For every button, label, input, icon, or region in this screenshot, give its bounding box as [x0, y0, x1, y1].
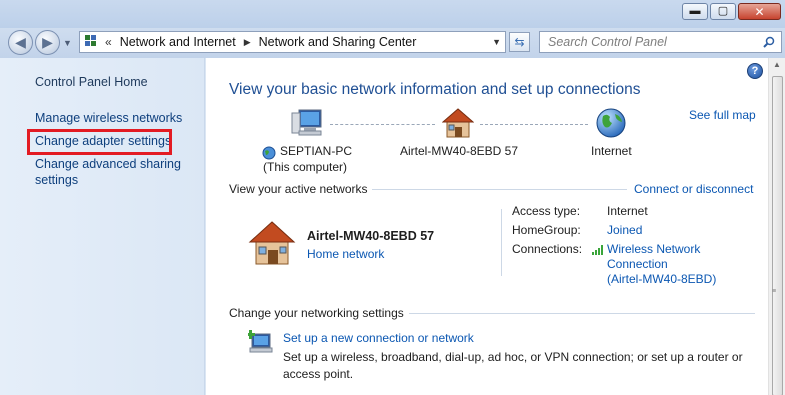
breadcrumb-network-and-internet[interactable]: Network and Internet — [120, 35, 236, 49]
network-globe-small-icon — [262, 146, 276, 160]
navigation-bar: ◀ ▶ ▼ « Network and Internet ▶ Network a… — [0, 28, 785, 58]
vertical-scrollbar[interactable]: ▲ ≡ — [768, 58, 785, 395]
task-pane — [0, 58, 205, 395]
network-type-link[interactable]: Home network — [307, 247, 384, 261]
control-panel-home-link[interactable]: Control Panel Home — [35, 74, 148, 90]
recent-pages-dropdown[interactable]: ▼ — [63, 38, 72, 48]
address-dropdown-icon[interactable]: ▼ — [492, 37, 501, 47]
scrollbar-thumb[interactable] — [772, 76, 783, 395]
refresh-button[interactable]: ⇆ — [509, 32, 530, 52]
breadcrumb-network-sharing-center[interactable]: Network and Sharing Center — [259, 35, 417, 49]
active-network-name: Airtel-MW40-8EBD 57 — [307, 229, 435, 243]
computer-name-label[interactable]: SEPTIAN-PC — [280, 144, 352, 158]
internet-globe-icon[interactable] — [595, 107, 627, 139]
internet-label[interactable]: Internet — [591, 144, 632, 158]
section-divider-2 — [409, 313, 755, 314]
computer-icon[interactable] — [290, 109, 324, 137]
breadcrumb-separator-icon[interactable]: ▶ — [244, 37, 251, 48]
homegroup-joined-link[interactable]: Joined — [607, 223, 642, 237]
connections-label: Connections: — [512, 242, 583, 256]
search-placeholder: Search Control Panel — [548, 35, 667, 49]
forward-button[interactable]: ▶ — [35, 30, 60, 55]
search-input[interactable]: Search Control Panel — [539, 31, 782, 53]
maximize-button[interactable]: ▢ — [710, 3, 736, 20]
change-advanced-sharing-link[interactable]: Change advanced sharing — [35, 156, 181, 172]
scroll-up-icon[interactable]: ▲ — [773, 60, 781, 69]
details-divider — [501, 209, 502, 276]
setup-description-line2: access point. — [283, 367, 354, 381]
address-bar[interactable]: « Network and Internet ▶ Network and Sha… — [79, 31, 506, 53]
window-titlebar: ▬ ▢ ✕ — [0, 0, 785, 28]
minimize-icon: ▬ — [689, 5, 701, 17]
see-full-map-link[interactable]: See full map — [689, 108, 756, 122]
active-networks-header: View your active networks — [229, 182, 368, 196]
refresh-icon: ⇆ — [514, 35, 525, 49]
change-advanced-sharing-link-line2[interactable]: settings — [35, 172, 78, 188]
maximize-icon: ▢ — [717, 5, 729, 17]
map-connection-line-2 — [480, 124, 588, 125]
access-type-label: Access type: — [512, 204, 581, 218]
window-controls: ▬ ▢ ✕ — [680, 3, 781, 20]
homegroup-label: HomeGroup: — [512, 223, 581, 237]
back-arrow-icon: ◀ — [15, 34, 26, 50]
address-overflow-chevron[interactable]: « — [105, 35, 112, 49]
map-connection-line-1 — [330, 124, 435, 125]
setup-description-line1: Set up a wireless, broadband, dial-up, a… — [283, 350, 743, 364]
manage-wireless-networks-link[interactable]: Manage wireless networks — [35, 110, 182, 126]
wireless-connection-link-line2[interactable]: Connection — [607, 257, 668, 271]
home-network-large-icon[interactable] — [248, 220, 296, 266]
wireless-connection-link-line1[interactable]: Wireless Network — [607, 242, 700, 256]
minimize-button[interactable]: ▬ — [682, 3, 708, 20]
scrollbar-grip-icon: ≡ — [772, 288, 777, 295]
control-panel-icon — [85, 35, 101, 49]
close-icon: ✕ — [754, 4, 765, 19]
forward-arrow-icon: ▶ — [42, 34, 53, 50]
setup-new-connection-link[interactable]: Set up a new connection or network — [283, 331, 474, 345]
annotation-highlight-box — [27, 129, 172, 155]
access-type-value: Internet — [607, 204, 648, 218]
change-settings-header: Change your networking settings — [229, 306, 404, 320]
connect-or-disconnect-link[interactable]: Connect or disconnect — [634, 182, 753, 196]
wireless-signal-icon — [592, 245, 603, 255]
setup-connection-icon[interactable] — [248, 328, 274, 354]
this-computer-label: (This computer) — [263, 160, 348, 174]
search-icon[interactable] — [763, 36, 775, 48]
close-button[interactable]: ✕ — [738, 3, 781, 20]
wireless-connection-link-line3[interactable]: (Airtel-MW40-8EBD) — [607, 272, 716, 286]
page-title: View your basic network information and … — [229, 81, 641, 98]
map-network-label[interactable]: Airtel-MW40-8EBD 57 — [400, 144, 518, 158]
help-button[interactable]: ? — [747, 63, 763, 79]
home-network-icon[interactable] — [442, 108, 474, 138]
help-icon: ? — [751, 65, 759, 77]
back-button[interactable]: ◀ — [8, 30, 33, 55]
section-divider — [372, 189, 627, 190]
